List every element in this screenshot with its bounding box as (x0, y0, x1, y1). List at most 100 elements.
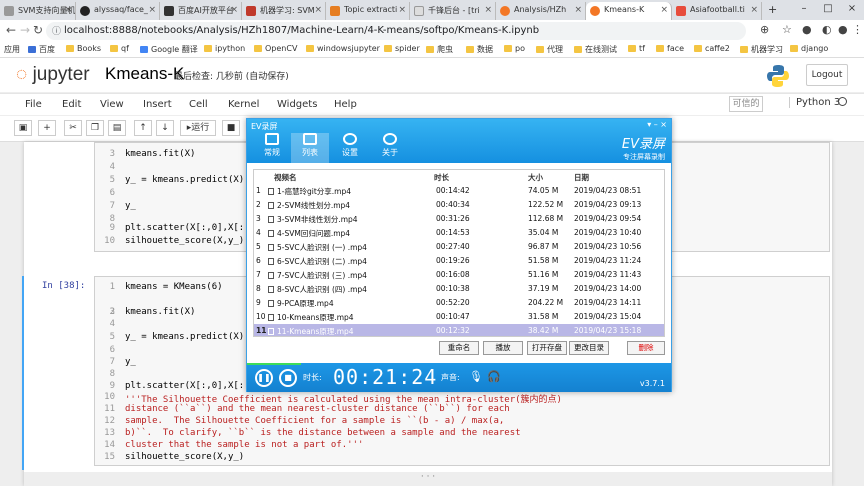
bookmark-item[interactable]: 代理 (536, 44, 563, 55)
menu-icon[interactable]: ⋮ (852, 23, 863, 36)
ev-list-row[interactable]: 4 4-SVM回归问题.mp4 00:14:53 35.04 M 2019/04/23 … (254, 226, 664, 240)
delete-button[interactable]: 删除 (627, 341, 665, 355)
url-input[interactable]: ⓘ localhost:8888/notebooks/Analysis/HZh1… (46, 22, 746, 40)
logout-button[interactable]: Logout (806, 64, 848, 86)
microphone-icon[interactable]: 🎙 (469, 370, 483, 383)
ev-tab-about[interactable]: 关于 (371, 133, 409, 163)
stop-button[interactable]: ■ (222, 120, 240, 136)
stop-record-button[interactable]: ■ (279, 369, 297, 387)
bookmark-item[interactable]: 爬虫 (426, 44, 453, 55)
close-icon[interactable]: × (398, 5, 406, 15)
ev-list-row[interactable]: 6 6-SVC人脸识别 (二) .mp4 00:19:26 51.58 M 2019/0… (254, 254, 664, 268)
ev-list-row[interactable]: 2 2-SVM线性划分.mp4 00:40:34 122.52 M 2019/04/23… (254, 198, 664, 212)
bookmark-item[interactable]: face (656, 44, 684, 53)
bookmark-item[interactable]: tf (628, 44, 645, 53)
minimize-icon[interactable]: – (792, 0, 816, 18)
ev-tab-settings[interactable]: 设置 (331, 133, 369, 163)
notebook-name[interactable]: Kmeans-K (105, 64, 184, 84)
menu-cell[interactable]: Cell (189, 99, 208, 110)
menu-view[interactable]: View (100, 99, 124, 110)
ev-list-row[interactable]: 5 5-SVC人脸识别 (一) .mp4 00:27:40 96.87 M 2019/0… (254, 240, 664, 254)
info-icon[interactable]: ⓘ (52, 24, 61, 37)
menu-help[interactable]: Help (334, 99, 357, 110)
move-up-button[interactable]: ↑ (134, 120, 152, 136)
minimize-icon[interactable]: – (654, 120, 658, 129)
ev-tab-general[interactable]: 常规 (253, 133, 291, 163)
bookmark-item[interactable]: Google 翻译 (140, 44, 198, 55)
ev-tab-list[interactable]: 列表 (291, 133, 329, 163)
bookmark-star-icon[interactable]: ☆ (782, 23, 792, 36)
column-header-duration[interactable]: 时长 (434, 172, 449, 183)
move-down-button[interactable]: ↓ (156, 120, 174, 136)
paste-button[interactable]: ▤ (108, 120, 126, 136)
ev-list-row[interactable]: 7 7-SVC人脸识别 (三) .mp4 00:16:08 51.16 M 2019/0… (254, 268, 664, 282)
copy-button[interactable]: ❐ (86, 120, 104, 136)
profile-icon[interactable]: ● (838, 23, 848, 36)
close-icon[interactable]: × (230, 5, 238, 15)
close-icon[interactable]: × (314, 5, 322, 15)
close-window-icon[interactable]: × (840, 0, 864, 18)
browser-tab[interactable]: 百度AI开放平台 × (160, 2, 242, 20)
bookmark-item[interactable]: django (790, 44, 828, 53)
run-button[interactable]: ▸运行 (180, 120, 216, 136)
column-header-name[interactable]: 视频名 (274, 172, 297, 183)
bookmark-item[interactable]: Books (66, 44, 101, 53)
maximize-icon[interactable]: □ (816, 0, 840, 18)
column-header-size[interactable]: 大小 (528, 172, 543, 183)
browser-tab[interactable]: Analysis/HZh × (496, 2, 586, 20)
back-icon[interactable]: ← (6, 23, 16, 37)
close-icon[interactable]: × (64, 5, 72, 15)
close-icon[interactable]: × (750, 5, 758, 15)
ev-list-row[interactable]: 3 3-SVM非线性划分.mp4 00:31:26 112.68 M 2019/04/2… (254, 212, 664, 226)
close-icon[interactable]: × (660, 5, 668, 15)
pin-icon[interactable]: ▾ (647, 120, 651, 129)
bookmark-item[interactable]: spider (384, 44, 420, 53)
close-icon[interactable]: × (574, 5, 582, 15)
menu-kernel[interactable]: Kernel (228, 99, 259, 110)
browser-tab[interactable]: Asiafootball.ti × (672, 2, 762, 20)
browser-tab[interactable]: alyssaq/face_ × (76, 2, 160, 20)
insert-cell-button[interactable]: + (38, 120, 56, 136)
browser-tab[interactable]: 机器学习: SVM × (242, 2, 326, 20)
browser-tab[interactable]: 千锋后台 - [tri × (410, 2, 496, 20)
extension-icon[interactable]: ● (802, 23, 812, 36)
browser-tab[interactable]: Topic extracti × (326, 2, 410, 20)
bookmark-item[interactable]: OpenCV (254, 44, 297, 53)
forward-icon[interactable]: → (20, 23, 30, 37)
ev-list-row-selected[interactable]: 11 11-Kmeans原理.mp4 00:12:32 38.42 M 2019/04/… (254, 324, 664, 336)
bookmark-item[interactable]: 数据 (466, 44, 493, 55)
bookmark-item[interactable]: 在线测试 (574, 44, 617, 55)
column-header-date[interactable]: 日期 (574, 172, 589, 183)
ev-list-row[interactable]: 1 1-癌慧玲git分享.mp4 00:14:42 74.05 M 2019/04/23… (254, 184, 664, 198)
extension-icon[interactable]: ◐ (822, 23, 832, 36)
menu-widgets[interactable]: Widgets (277, 99, 317, 110)
close-icon[interactable]: × (148, 5, 156, 15)
rename-button[interactable]: 重命名 (439, 341, 479, 355)
menu-edit[interactable]: Edit (62, 99, 81, 110)
cut-button[interactable]: ✂ (64, 120, 82, 136)
ev-video-list[interactable]: 视频名 时长 大小 日期 1 1-癌慧玲git分享.mp4 00:14:42 74.0… (253, 169, 665, 337)
ev-list-row[interactable]: 10 10-Kmeans原理.mp4 00:10:47 31.58 M 2019/04/… (254, 310, 664, 324)
zoom-icon[interactable]: ⊕ (760, 23, 769, 36)
open-folder-button[interactable]: 打开存盘 (527, 341, 567, 355)
bookmark-item[interactable]: qf (110, 44, 129, 53)
bookmark-item[interactable]: 机器学习 (740, 44, 783, 55)
headphones-icon[interactable]: 🎧 (487, 370, 501, 383)
browser-tab-active[interactable]: Kmeans-K × (586, 2, 672, 20)
menu-insert[interactable]: Insert (143, 99, 172, 110)
change-directory-button[interactable]: 更改目录 (569, 341, 609, 355)
bookmark-item[interactable]: 百度 (28, 44, 55, 55)
jupyter-logo[interactable]: ◌ jupyter (16, 64, 90, 86)
close-icon[interactable]: × (660, 120, 667, 129)
close-icon[interactable]: × (484, 5, 492, 15)
play-button[interactable]: 播放 (483, 341, 523, 355)
bookmark-apps[interactable]: 应用 (4, 44, 20, 55)
bookmark-item[interactable]: po (504, 44, 525, 53)
browser-tab[interactable]: SVM支持向量机 × (0, 2, 76, 20)
new-tab-icon[interactable]: + (768, 3, 777, 16)
ev-list-row[interactable]: 9 9-PCA原理.mp4 00:52:20 204.22 M 2019/04/23 1… (254, 296, 664, 310)
bookmark-item[interactable]: ipython (204, 44, 245, 53)
bookmark-item[interactable]: windowsjupyter (306, 44, 380, 53)
reload-icon[interactable]: ↻ (33, 23, 43, 37)
save-button[interactable]: ▣ (14, 120, 32, 136)
